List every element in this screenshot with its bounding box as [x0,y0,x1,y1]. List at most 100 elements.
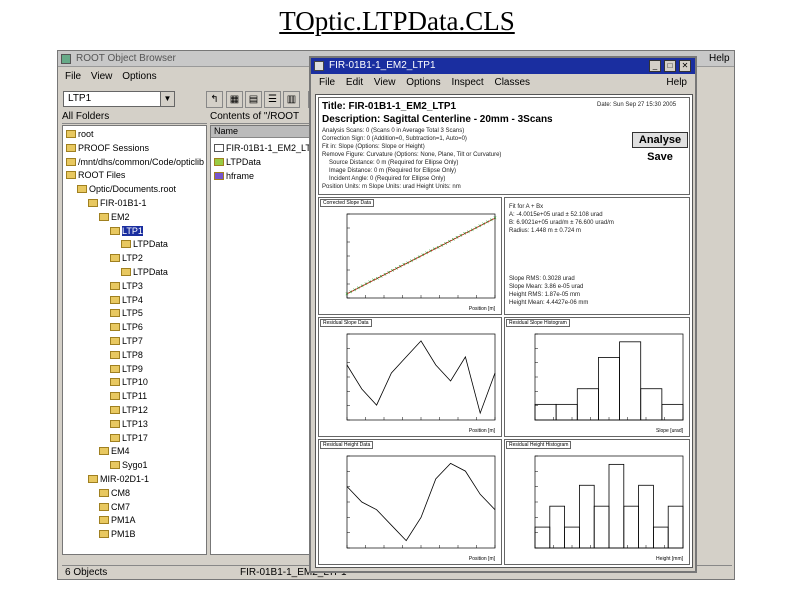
browser-title: ROOT Object Browser [76,53,176,64]
tree-node[interactable]: LTP6 [110,321,143,333]
tree-node[interactable]: LTP12 [110,404,148,416]
save-button[interactable]: Save [632,150,688,166]
menu-options[interactable]: Options [122,71,156,82]
details-view-icon[interactable]: ▥ [283,91,300,108]
folder-icon [99,488,109,497]
name-column-header[interactable]: Name [211,126,309,138]
folder-icon [99,530,109,539]
x-axis-label: Slope [urad] [656,428,684,434]
tree-node-label: PM1B [111,529,136,540]
menu-file[interactable]: File [65,71,81,82]
stats-line: Slope Mean: 3.86 e-05 urad [509,284,584,290]
up-folder-icon[interactable]: ↰ [206,91,223,108]
tree-node[interactable]: Sygo1 [110,459,148,471]
folder-icon [110,254,120,263]
tree-node[interactable]: LTP2 [110,252,143,264]
folder-icon [110,337,120,345]
canvas-menu-help[interactable]: Help [666,75,687,91]
analyse-button[interactable]: Analyse [632,132,688,148]
contents-list[interactable]: Name FIR-01B1-1_EM2_LTP1 LTPData hframe [210,125,322,555]
small-icons-icon[interactable]: ▤ [245,91,262,108]
close-icon[interactable]: ✕ [679,60,691,72]
stats-line: Height Mean: 4.4427e-06 mm [509,300,589,306]
root-app-icon [61,54,71,64]
canvas-menu-edit[interactable]: Edit [346,77,363,88]
canvas-menu-options[interactable]: Options [406,77,440,88]
residual-height-hist-pad[interactable]: Residual Height Histogram Height [mm] [504,439,690,565]
folder-icon [66,171,76,180]
tree-node[interactable]: /mnt/dhs/common/Code/opticlib [66,156,204,168]
canvas-menu-view[interactable]: View [374,77,396,88]
residual-slope-pad[interactable]: Residual Slope Data Position [m] [318,317,502,437]
corrected-slope-pad[interactable]: Corrected Slope Data Position [m] × × × × × × ×… [318,197,502,315]
tree-node[interactable]: PM1B [99,528,136,540]
path-combo[interactable]: LTP1 ▼ [63,91,175,107]
tree-node[interactable]: PROOF Sessions [66,142,149,154]
info-line: Position Units: m Slope Units: urad Heig… [322,184,461,190]
tree-node[interactable]: FIR-01B1-1 [88,197,147,209]
folder-icon [110,323,120,332]
fit-line: B: 6.9021e+05 urad/m ± 76.600 urad/m [509,220,614,226]
large-icons-icon[interactable]: ▦ [226,91,243,108]
title-line: Title: FIR-01B1-1_EM2_LTP1 [322,101,457,112]
folder-icon [121,268,131,276]
folder-icon [99,516,109,525]
folder-icon [66,130,76,138]
tree-node[interactable]: CM8 [99,487,130,499]
tree-node[interactable]: LTP17 [110,432,148,444]
folder-icon [66,143,76,152]
tree-node[interactable]: LTP9 [110,363,143,375]
residual-slope-chart: Position [m] [346,333,496,434]
list-item[interactable]: LTPData [214,156,261,168]
tree-node[interactable]: LTPData [121,266,168,278]
tree-node[interactable]: root [66,128,94,140]
list-view-icon[interactable]: ☰ [264,91,281,108]
maximize-icon[interactable]: □ [664,60,676,72]
tree-node-label: CM7 [111,501,131,512]
tree-node-label: LTP3 [122,280,143,291]
browser-help[interactable]: Help [709,53,730,64]
minimize-icon[interactable]: _ [649,60,661,72]
tree-node-label: LTP17 [122,432,148,443]
tree-node-label: EM2 [111,211,130,222]
residual-slope-hist-pad[interactable]: Residual Slope Histogram Slope [urad] [504,317,690,437]
tree-node[interactable]: LTP7 [110,335,143,347]
canvas-area[interactable]: Title: FIR-01B1-1_EM2_LTP1 Date: Sun Sep… [315,94,693,568]
tree-node[interactable]: LTP5 [110,307,143,319]
tree-node[interactable]: LTPData [121,238,168,250]
tree-node[interactable]: EM4 [99,445,130,457]
chevron-down-icon[interactable]: ▼ [160,92,174,106]
data-icon [214,158,224,166]
data-point: × [493,216,497,222]
tree-node[interactable]: LTP1 [110,225,143,237]
list-item[interactable]: FIR-01B1-1_EM2_LTP1 [214,142,322,154]
tree-node[interactable]: LTP11 [110,390,147,402]
tree-node[interactable]: LTP8 [110,349,143,361]
tree-node[interactable]: LTP4 [110,294,143,306]
tree-node[interactable]: LTP13 [110,418,148,430]
tree-node[interactable]: LTP10 [110,376,148,388]
canvas-menu-classes[interactable]: Classes [494,77,530,88]
tree-node[interactable]: EM2 [99,211,130,223]
folder-icon [66,157,76,166]
residual-slope-hist-chart: Slope [urad] [534,333,684,434]
canvas-menu-file[interactable]: File [319,77,335,88]
list-item[interactable]: hframe [214,170,254,182]
residual-height-pad[interactable]: Residual Height Data Position [m] [318,439,502,565]
tree-node[interactable]: ROOT Files [66,169,125,181]
info-line: Fit in: Slope (Options: Slope or Height) [322,144,425,150]
tree-node[interactable]: MIR-02D1-1 [88,473,149,485]
tree-node[interactable]: LTP3 [110,280,143,292]
tree-node[interactable]: CM7 [99,501,130,513]
info-line: Remove Figure: Curvature (Options: None,… [322,152,502,158]
x-axis-label: Height [mm] [656,556,684,562]
tree-node[interactable]: Optic/Documents.root [77,183,176,195]
canvas-menu-inspect[interactable]: Inspect [451,77,483,88]
canvas-menubar: File Edit View Options Inspect Classes H… [311,75,695,91]
folder-tree[interactable]: root PROOF Sessions/mnt/dhs/common/Code/o… [62,125,207,555]
tree-node-label: LTP7 [122,336,143,346]
info-line: Source Distance: 0 m (Required for Ellip… [329,160,459,166]
tree-node[interactable]: PM1A [99,514,136,526]
menu-view[interactable]: View [91,71,113,82]
canvas-titlebar[interactable]: FIR-01B1-1_EM2_LTP1 _ □ ✕ [311,58,695,74]
